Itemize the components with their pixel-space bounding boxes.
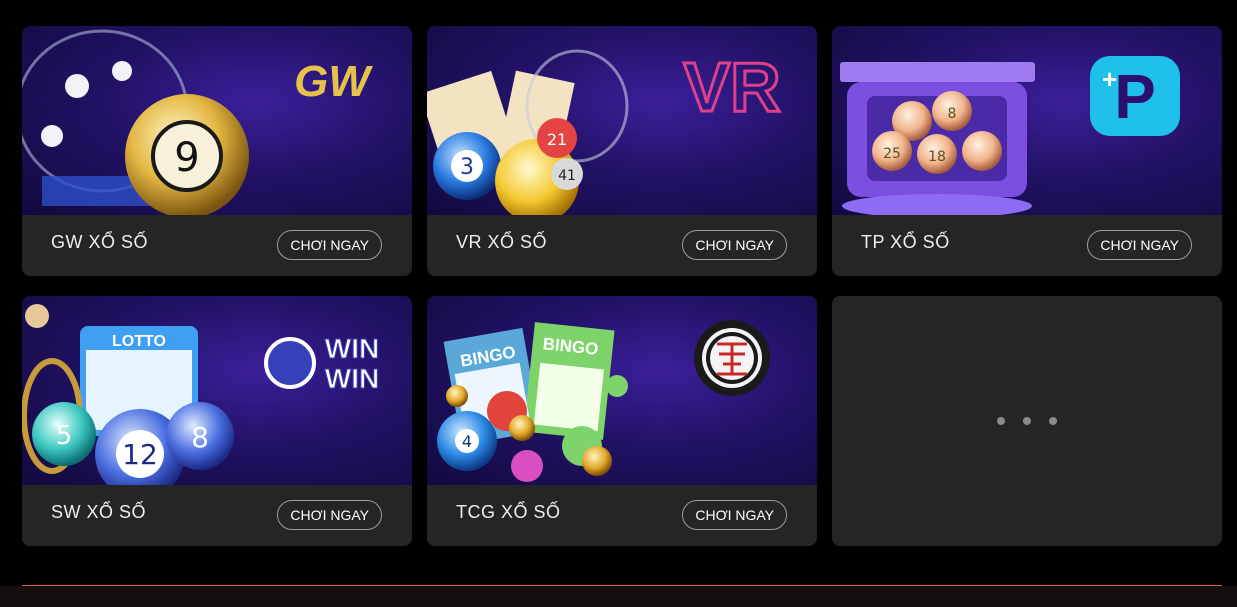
- lottery-card-tp[interactable]: 8 25 18 P + TP XỔ SỐ CHƠI NGAY: [832, 26, 1222, 276]
- svg-text:4: 4: [462, 432, 472, 451]
- svg-text:8: 8: [948, 106, 957, 122]
- svg-text:+: +: [1102, 64, 1117, 94]
- tp-banner-art: 8 25 18 P +: [840, 56, 1180, 215]
- svg-text:9: 9: [174, 135, 199, 181]
- dot: [1049, 417, 1057, 425]
- lotto-label: LOTTO: [112, 333, 166, 350]
- svg-text:21: 21: [547, 130, 567, 149]
- lottery-grid: 9 GW GW XỔ SỐ CHƠI NGAY 3 21 41 VR VR XỔ…: [22, 26, 1222, 546]
- play-now-button[interactable]: CHƠI NGAY: [682, 230, 787, 260]
- footer-area: [0, 586, 1237, 607]
- card-title: TCG XỔ SỐ: [456, 502, 561, 522]
- dot: [997, 417, 1005, 425]
- svg-text:25: 25: [883, 146, 901, 162]
- play-now-button[interactable]: CHƠI NGAY: [1087, 230, 1192, 260]
- svg-text:3: 3: [460, 155, 474, 180]
- gw-logo: GW: [294, 57, 373, 106]
- svg-text:41: 41: [558, 168, 576, 184]
- banner-tp[interactable]: 8 25 18 P +: [832, 26, 1222, 215]
- lottery-card-gw[interactable]: 9 GW GW XỔ SỐ CHƠI NGAY: [22, 26, 412, 276]
- more-dots-icon: [997, 417, 1057, 425]
- sw-banner-art: LOTTO 5 12 8 WIN WIN: [22, 304, 380, 485]
- card-title: GW XỔ SỐ: [51, 232, 149, 252]
- svg-text:12: 12: [122, 438, 158, 471]
- dot: [1023, 417, 1031, 425]
- svg-text:18: 18: [928, 149, 946, 165]
- lottery-card-tcg[interactable]: BINGO BINGO 4 TCG XỔ SỐ CHƠI NGAY: [427, 296, 817, 546]
- more-games-card[interactable]: [832, 296, 1222, 546]
- banner-tcg[interactable]: BINGO BINGO 4: [427, 296, 817, 485]
- gw-banner-art: 9 GW: [22, 29, 373, 215]
- banner-vr[interactable]: 3 21 41 VR: [427, 26, 817, 215]
- vr-banner-art: 3 21 41 VR: [427, 47, 782, 215]
- tp-logo: P: [1114, 63, 1155, 132]
- play-now-button[interactable]: CHƠI NGAY: [277, 230, 382, 260]
- tcg-banner-art: BINGO BINGO 4: [437, 320, 770, 482]
- card-title: SW XỔ SỐ: [51, 502, 147, 522]
- win-logo-top: WIN: [325, 333, 379, 364]
- lottery-card-sw[interactable]: LOTTO 5 12 8 WIN WIN SW XỔ SỐ CHƠI NGAY: [22, 296, 412, 546]
- win-logo-bottom: WIN: [325, 363, 379, 394]
- play-now-button[interactable]: CHƠI NGAY: [682, 500, 787, 530]
- banner-sw[interactable]: LOTTO 5 12 8 WIN WIN: [22, 296, 412, 485]
- svg-text:8: 8: [191, 421, 209, 454]
- card-title: VR XỔ SỐ: [456, 232, 548, 252]
- play-now-button[interactable]: CHƠI NGAY: [277, 500, 382, 530]
- banner-gw[interactable]: 9 GW: [22, 26, 412, 215]
- svg-text:5: 5: [56, 421, 73, 451]
- vr-logo: VR: [683, 48, 780, 126]
- lottery-card-vr[interactable]: 3 21 41 VR VR XỔ SỐ CHƠI NGAY: [427, 26, 817, 276]
- card-title: TP XỔ SỐ: [861, 232, 950, 252]
